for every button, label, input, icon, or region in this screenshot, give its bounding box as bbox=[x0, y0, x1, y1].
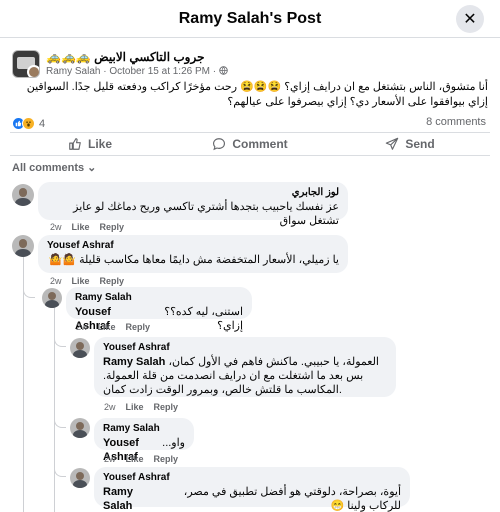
thread-connector bbox=[54, 465, 66, 477]
post-time[interactable]: October 15 at 1:26 PM bbox=[109, 66, 210, 77]
meta-separator: · bbox=[103, 66, 107, 77]
comment-mention[interactable]: Ramy Salah bbox=[103, 485, 155, 512]
comment-reply-button[interactable]: Reply bbox=[100, 222, 125, 232]
thread-connector bbox=[54, 335, 66, 347]
comment-time[interactable]: 2w bbox=[50, 276, 62, 286]
avatar[interactable] bbox=[12, 184, 34, 206]
comment-count[interactable]: 8 comments bbox=[426, 116, 486, 128]
avatar[interactable] bbox=[70, 338, 90, 358]
comment-actions: 2w Like Reply bbox=[50, 222, 124, 232]
comment-body: استنى، ليه كده؟؟ إزاي؟ bbox=[164, 306, 243, 332]
comment-time[interactable]: 2w bbox=[50, 222, 62, 232]
reactions-summary[interactable]: 4 bbox=[12, 117, 45, 130]
reaction-count: 4 bbox=[39, 117, 46, 130]
meta-separator: · bbox=[212, 66, 217, 77]
comment-like-button[interactable]: Like bbox=[126, 402, 144, 412]
commenter-name[interactable]: Ramy Salah bbox=[103, 423, 185, 434]
comment-icon bbox=[213, 138, 226, 151]
post-author[interactable]: Ramy Salah bbox=[46, 66, 100, 77]
comment-text: يا زميلي، الأسعار المتخفضة مش دايمًا معا… bbox=[48, 254, 339, 266]
comment-bubble: Ramy Salah Yousef Ashraf واو... bbox=[94, 418, 194, 463]
comment-bubble: لوز الجابري عز نفسك ياحبيب بتجدها أشتري … bbox=[38, 182, 348, 227]
post-action-bar: Like Comment Send bbox=[10, 132, 490, 156]
comment-like-button[interactable]: Like bbox=[98, 322, 116, 332]
comment-body: واو... bbox=[162, 437, 185, 449]
comment-time[interactable]: 2w bbox=[104, 402, 116, 412]
close-button[interactable]: ✕ bbox=[456, 5, 484, 33]
send-button[interactable]: Send bbox=[330, 133, 490, 155]
thumbs-up-icon bbox=[69, 138, 81, 150]
post-text: أنا متشوق، الناس بتشتغل مع ان درايف إزاي… bbox=[26, 81, 488, 108]
commenter-name[interactable]: Yousef Ashraf bbox=[103, 342, 387, 353]
avatar[interactable] bbox=[70, 468, 90, 488]
comment-time[interactable]: 2w bbox=[76, 322, 88, 332]
dialog-title: Ramy Salah's Post bbox=[178, 10, 322, 27]
comment-reply-button[interactable]: Reply bbox=[154, 454, 179, 464]
group-name[interactable]: 🚕🚕🚕 جروب التاكسي الابيض bbox=[46, 50, 205, 64]
globe-icon bbox=[219, 66, 228, 77]
send-label: Send bbox=[405, 137, 435, 151]
comment-like-button[interactable]: Like bbox=[126, 454, 144, 464]
avatar[interactable] bbox=[70, 418, 90, 438]
group-avatar[interactable] bbox=[12, 50, 40, 78]
comment-reply-button[interactable]: Reply bbox=[100, 276, 125, 286]
comment-reply-button[interactable]: Reply bbox=[126, 322, 151, 332]
comment-actions: 2w Like Reply bbox=[104, 402, 178, 412]
avatar[interactable] bbox=[12, 235, 34, 257]
commenter-name[interactable]: Yousef Ashraf bbox=[47, 240, 339, 251]
close-icon: ✕ bbox=[463, 11, 477, 28]
comment-bubble: Yousef Ashraf Ramy Salah أيوة، بصراحة، د… bbox=[94, 467, 410, 512]
comment-bubble: Yousef Ashraf Ramy Salah العمولة، يا حبي… bbox=[94, 337, 396, 397]
comment-reply-button[interactable]: Reply bbox=[154, 402, 179, 412]
author-avatar[interactable] bbox=[27, 65, 39, 77]
comment-body: أيوة، بصراحة، دلوقتي هو أفضل تطبيق في مص… bbox=[183, 486, 401, 512]
comment-bubble: Yousef Ashraf يا زميلي، الأسعار المتخفضة… bbox=[38, 235, 348, 273]
thread-connector bbox=[54, 416, 66, 428]
commenter-name[interactable]: Yousef Ashraf bbox=[103, 472, 401, 483]
comment-mention[interactable]: Ramy Salah bbox=[103, 356, 165, 368]
comment-text: Ramy Salah العمولة، يا حبيبي. ماكنش فاهم… bbox=[103, 355, 387, 397]
comment-actions: 2w Like Reply bbox=[76, 322, 150, 332]
comment-text: Ramy Salah أيوة، بصراحة، دلوقتي هو أفضل … bbox=[103, 485, 401, 512]
comment-bubble: Ramy Salah Yousef Ashraf استنى، ليه كده؟… bbox=[66, 287, 252, 332]
comment-actions: 2w Like Reply bbox=[104, 454, 178, 464]
like-label: Like bbox=[87, 137, 112, 151]
post-meta: Ramy Salah · October 15 at 1:26 PM · bbox=[46, 66, 228, 77]
like-button[interactable]: Like bbox=[10, 133, 170, 155]
send-icon bbox=[386, 137, 399, 150]
commenter-name[interactable]: لوز الجابري bbox=[47, 187, 339, 198]
thread-connector bbox=[23, 286, 35, 298]
dialog-header: Ramy Salah's Post ✕ bbox=[0, 0, 500, 38]
comment-time[interactable]: 2w bbox=[104, 454, 116, 464]
comment-button[interactable]: Comment bbox=[170, 133, 330, 155]
comment-label: Comment bbox=[232, 137, 288, 151]
comment-like-button[interactable]: Like bbox=[72, 276, 90, 286]
comment-actions: 2w Like Reply bbox=[50, 276, 124, 286]
wow-reaction-icon bbox=[22, 117, 35, 130]
commenter-name[interactable]: Ramy Salah bbox=[75, 292, 243, 303]
comment-like-button[interactable]: Like bbox=[72, 222, 90, 232]
comment-filter-dropdown[interactable]: All comments ⌄ bbox=[12, 161, 96, 174]
avatar[interactable] bbox=[42, 288, 62, 308]
